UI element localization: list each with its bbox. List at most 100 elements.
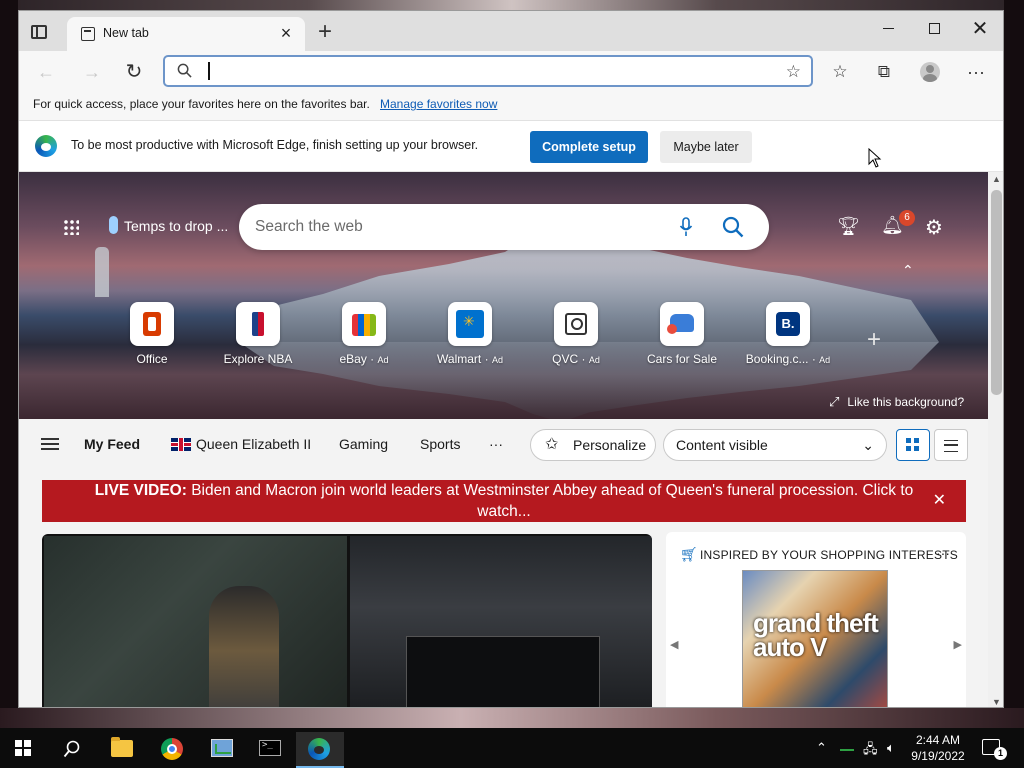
desktop-wallpaper-right bbox=[1004, 0, 1024, 728]
tab-bar: New tab × + ✕ bbox=[19, 11, 1003, 51]
minimize-button[interactable] bbox=[865, 15, 911, 43]
like-background-label: Like this background? bbox=[847, 395, 965, 409]
address-bar[interactable]: ☆ bbox=[163, 55, 813, 87]
close-banner-icon[interactable]: ✕ bbox=[933, 490, 946, 511]
edge-icon bbox=[308, 738, 330, 760]
scroll-up-icon[interactable]: ▲ bbox=[992, 174, 1001, 184]
desktop-wallpaper-top bbox=[0, 0, 1024, 10]
card-more-options-icon[interactable]: ··· bbox=[936, 545, 950, 561]
taskbar-command-prompt[interactable] bbox=[246, 732, 294, 768]
manage-favorites-link[interactable]: Manage favorites now bbox=[380, 97, 497, 111]
carousel-prev-icon[interactable]: ◀ bbox=[670, 638, 678, 651]
page-scrollbar[interactable]: ▲ ▼ bbox=[988, 172, 1003, 707]
grid-layout-toggle[interactable] bbox=[896, 429, 930, 461]
tab-my-feed[interactable]: My Feed bbox=[84, 436, 140, 452]
network-icon[interactable]: 🖧︎ bbox=[863, 740, 878, 762]
news-card-image[interactable] bbox=[42, 534, 652, 707]
taskbar-search-button[interactable] bbox=[48, 732, 96, 768]
rewards-trophy-icon[interactable]: 🏆︎ bbox=[837, 216, 860, 237]
battery-indicator-icon[interactable] bbox=[840, 749, 854, 751]
hamburger-menu-icon[interactable] bbox=[41, 438, 59, 450]
quick-link-cars-for-sale[interactable]: Cars for Sale bbox=[637, 302, 727, 366]
favorites-icon[interactable]: ☆ bbox=[827, 59, 853, 85]
office-logo-icon bbox=[143, 312, 161, 336]
web-search-box[interactable]: Search the web bbox=[239, 204, 769, 250]
sparkle-star-icon: ✩ bbox=[545, 436, 559, 453]
nba-logo-tile bbox=[236, 302, 280, 346]
taskbar-file-explorer[interactable] bbox=[98, 732, 146, 768]
navigation-toolbar: ← → ↻ ☆ ☆ ⧉ ··· bbox=[19, 51, 1003, 91]
add-favorite-icon[interactable]: ☆ bbox=[786, 62, 801, 82]
quick-link-ebay[interactable]: eBay · Ad bbox=[319, 302, 409, 366]
microphone-icon[interactable] bbox=[679, 217, 693, 237]
taskbar-edge[interactable] bbox=[296, 732, 344, 768]
tab-actions-menu-icon[interactable] bbox=[31, 25, 47, 39]
live-video-headline: Biden and Macron join world leaders at W… bbox=[191, 482, 914, 520]
tab-sports[interactable]: Sports bbox=[420, 436, 460, 452]
show-hidden-icons-chevron[interactable]: ⌃ bbox=[816, 740, 827, 756]
maximize-icon bbox=[928, 23, 940, 35]
tab-queen-elizabeth[interactable]: Queen Elizabeth II bbox=[171, 436, 311, 452]
shopping-cart-icon: 🛒︎ bbox=[680, 546, 698, 562]
new-tab-button[interactable]: + bbox=[313, 20, 337, 44]
nba-logo-icon bbox=[252, 312, 264, 336]
maximize-button[interactable] bbox=[911, 15, 957, 43]
favorites-bar: For quick access, place your favorites h… bbox=[19, 91, 1003, 121]
taskbar-chrome[interactable] bbox=[148, 732, 196, 768]
ebay-logo-tile bbox=[342, 302, 386, 346]
taskbar-task-manager[interactable] bbox=[198, 732, 246, 768]
weather-widget[interactable]: Temps to drop ... bbox=[109, 216, 228, 234]
back-button[interactable]: ← bbox=[33, 59, 59, 85]
booking-logo-tile: B. bbox=[766, 302, 810, 346]
live-video-prefix: LIVE VIDEO: bbox=[94, 482, 187, 499]
complete-setup-button[interactable]: Complete setup bbox=[530, 131, 648, 163]
quick-link-label: Office bbox=[136, 352, 168, 366]
clock-time: 2:44 AM bbox=[915, 733, 961, 747]
volume-icon[interactable]: 🔈︎ bbox=[887, 740, 895, 756]
quick-link-office[interactable]: Office bbox=[107, 302, 197, 366]
apps-launcher-icon[interactable] bbox=[63, 219, 79, 235]
scroll-down-icon[interactable]: ▼ bbox=[992, 697, 1001, 707]
quick-link-booking[interactable]: B. Booking.c... · Ad bbox=[743, 302, 833, 366]
content-visibility-dropdown[interactable]: Content visible ⌄ bbox=[663, 429, 887, 461]
collapse-chevron-icon[interactable]: ⌃ bbox=[902, 262, 914, 279]
list-layout-toggle[interactable] bbox=[934, 429, 968, 461]
live-video-banner[interactable]: LIVE VIDEO: Biden and Macron join world … bbox=[42, 480, 966, 522]
system-clock[interactable]: 2:44 AM 9/19/2022 bbox=[906, 732, 970, 764]
tab-close-icon[interactable]: × bbox=[275, 22, 297, 44]
like-background-button[interactable]: ⤢ Like this background? bbox=[829, 394, 964, 410]
edge-logo-icon bbox=[35, 135, 57, 157]
forward-button[interactable]: → bbox=[79, 59, 105, 85]
maybe-later-button[interactable]: Maybe later bbox=[660, 131, 752, 163]
profile-button[interactable] bbox=[917, 59, 943, 85]
folder-icon bbox=[111, 737, 133, 757]
tab-new-tab[interactable]: New tab × bbox=[67, 17, 305, 51]
scrollbar-thumb[interactable] bbox=[991, 190, 1002, 395]
quick-link-label: eBay · Ad bbox=[339, 352, 389, 366]
quick-link-nba[interactable]: Explore NBA bbox=[213, 302, 303, 366]
refresh-button[interactable]: ↻ bbox=[121, 59, 147, 85]
personalize-button[interactable]: ✩ Personalize bbox=[530, 429, 656, 461]
product-image-gta-v[interactable]: grand theft auto V bbox=[742, 570, 888, 707]
collections-icon[interactable]: ⧉ bbox=[871, 59, 897, 85]
quick-link-label: Cars for Sale bbox=[646, 352, 718, 366]
page-settings-gear-icon[interactable]: ⚙ bbox=[925, 215, 943, 240]
search-submit-icon[interactable] bbox=[722, 216, 744, 238]
carousel-next-icon[interactable]: ▶ bbox=[954, 638, 962, 651]
soldier-figure bbox=[209, 586, 279, 707]
quick-link-qvc[interactable]: QVC · Ad bbox=[531, 302, 621, 366]
more-tabs-button[interactable]: ··· bbox=[489, 436, 503, 452]
booking-logo-icon: B. bbox=[776, 312, 800, 336]
tufa-spire bbox=[95, 247, 109, 297]
settings-more-icon[interactable]: ··· bbox=[963, 59, 989, 85]
car-icon bbox=[667, 314, 694, 334]
tab-gaming[interactable]: Gaming bbox=[339, 436, 388, 452]
avatar-icon bbox=[920, 62, 940, 82]
background-image: Temps to drop ... Search the web 🏆︎ 🔔︎ 6… bbox=[19, 172, 988, 419]
close-window-button[interactable]: ✕ bbox=[957, 15, 1003, 43]
clock-date: 9/19/2022 bbox=[911, 749, 965, 763]
quick-link-walmart[interactable]: Walmart · Ad bbox=[425, 302, 515, 366]
search-icon bbox=[63, 740, 80, 758]
windows-start-icon[interactable] bbox=[15, 740, 31, 756]
add-quick-link-icon[interactable]: + bbox=[867, 326, 881, 354]
